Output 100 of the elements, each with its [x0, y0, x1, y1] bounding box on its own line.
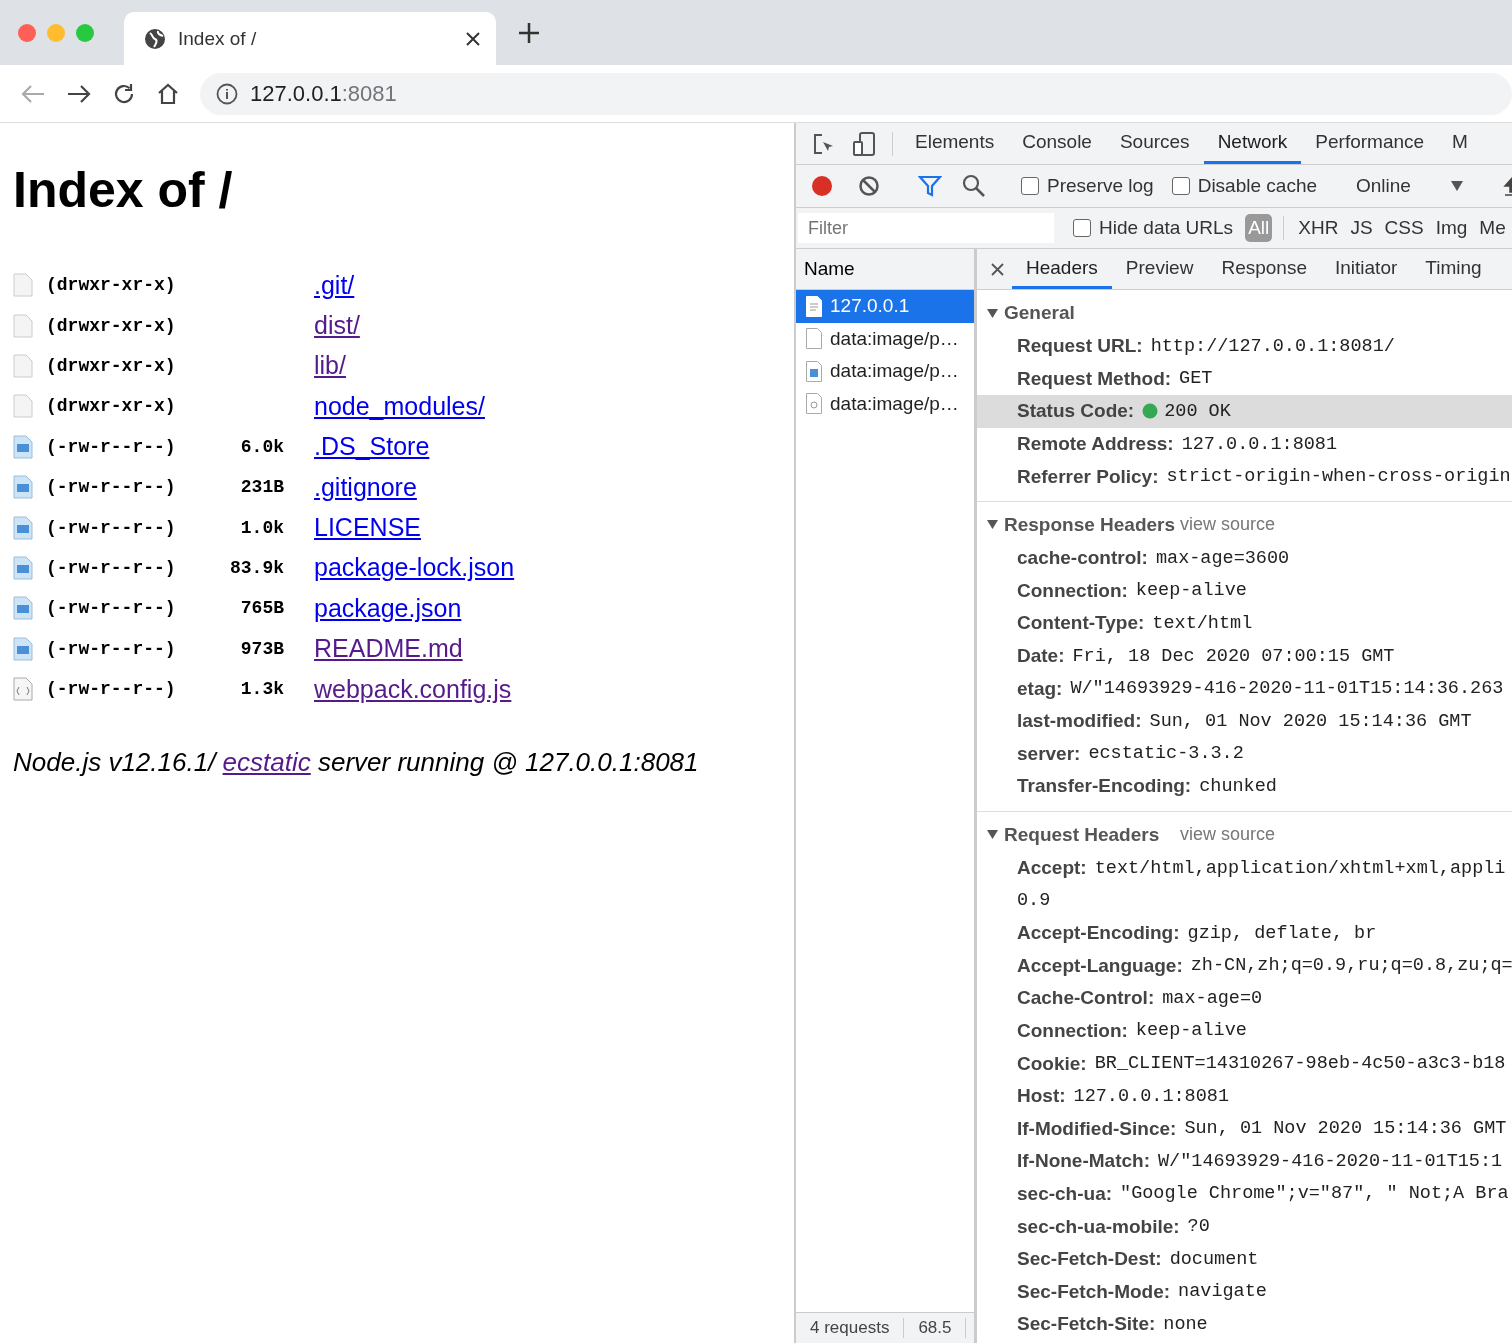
view-source-link[interactable]: view source — [1180, 824, 1276, 846]
panel-tab[interactable]: Elements — [901, 123, 1009, 164]
caret-icon — [987, 520, 998, 530]
home-button[interactable] — [156, 81, 180, 106]
detail-tab[interactable]: Timing — [1411, 249, 1496, 289]
header-name: Request URL: — [1017, 335, 1143, 358]
header-value: text/html — [1152, 612, 1253, 634]
type-filter-button[interactable]: Img — [1432, 214, 1471, 242]
header-name: Status Code: — [1017, 400, 1135, 423]
record-button[interactable] — [810, 174, 834, 198]
blank-file-icon — [13, 353, 33, 378]
checkbox-label: Hide data URLs — [1099, 217, 1234, 239]
blank-file-icon — [806, 328, 822, 350]
file-link[interactable]: .git/ — [314, 270, 355, 300]
checkbox[interactable]: Disable cache — [1171, 175, 1317, 197]
section-title: Request Headers — [1004, 823, 1161, 846]
search-icon[interactable] — [962, 174, 986, 198]
file-size: 231B — [240, 477, 284, 498]
panel-tab[interactable]: Performance — [1301, 123, 1439, 164]
header-value: navigate — [1178, 1281, 1267, 1303]
header-name: Accept-Language: — [1017, 954, 1183, 977]
permissions-text: (drwxr-xr-x) — [46, 275, 177, 296]
file-link[interactable]: webpack.config.js — [314, 674, 512, 704]
detail-tab[interactable]: Preview — [1111, 249, 1208, 289]
checkbox-label: Disable cache — [1197, 175, 1317, 197]
header-value: text/html,application/xhtml+xml,appli — [1094, 857, 1506, 879]
header-name: Transfer-Encoding: — [1017, 775, 1192, 798]
request-row[interactable]: 127.0.0.1 — [796, 290, 974, 323]
section-header[interactable]: General — [977, 296, 1512, 330]
filter-field[interactable]: Filter — [798, 213, 1054, 243]
file-link[interactable]: package.json — [314, 593, 462, 623]
header-name: Connection: — [1017, 579, 1128, 602]
checkbox[interactable]: Preserve log — [1021, 175, 1154, 197]
summary-text: 4 requests — [796, 1318, 905, 1338]
header-value: keep-alive — [1135, 1020, 1247, 1042]
reload-button[interactable] — [112, 81, 136, 106]
header-value: max-age=3600 — [1155, 547, 1290, 569]
header-value: keep-alive — [1135, 580, 1247, 602]
detail-tab[interactable]: Headers — [1012, 249, 1112, 289]
header-name: Cache-Control: — [1017, 987, 1155, 1010]
file-link[interactable]: README.md — [314, 634, 463, 664]
blank-file-icon — [13, 394, 33, 419]
filter-icon[interactable] — [918, 175, 942, 197]
file-link[interactable]: package-lock.json — [314, 553, 515, 583]
file-link[interactable]: lib/ — [314, 351, 346, 381]
document-icon — [13, 475, 33, 500]
column-header[interactable]: Name — [796, 249, 974, 290]
file-link[interactable]: .gitignore — [314, 472, 417, 502]
view-source-link[interactable]: view source — [1180, 514, 1276, 536]
file-link[interactable]: dist/ — [314, 311, 360, 341]
type-filter-button[interactable]: XHR — [1295, 214, 1342, 242]
checkbox[interactable]: Hide data URLs — [1073, 217, 1234, 239]
close-icon[interactable] — [991, 262, 1004, 276]
ecstatic-link[interactable]: ecstatic — [222, 747, 311, 778]
detail-tab[interactable]: Initiator — [1320, 249, 1412, 289]
panel-tab[interactable]: Console — [1008, 123, 1106, 164]
file-link[interactable]: .DS_Store — [314, 432, 430, 462]
document-icon — [806, 295, 822, 317]
header-value: Sun, 01 Nov 2020 15:14:36 GMT — [1149, 710, 1472, 732]
header-name: Remote Address: — [1017, 433, 1174, 456]
clear-icon[interactable] — [858, 175, 880, 197]
header-value: gzip, deflate, br — [1187, 922, 1377, 944]
header-value: ?0 — [1187, 1216, 1210, 1238]
panel-tab[interactable]: Sources — [1105, 123, 1204, 164]
new-tab-button[interactable] — [518, 21, 540, 44]
header-name: Sec-Fetch-Mode: — [1017, 1280, 1171, 1303]
header-name: Connection: — [1017, 1020, 1128, 1042]
panel-tab[interactable]: M — [1438, 123, 1482, 164]
address-bar[interactable]: 127.0.0.1:8081 — [200, 72, 1512, 115]
document-icon — [13, 515, 33, 540]
header-value: W/"14693929-416-2020-11-01T15:1 — [1158, 1150, 1503, 1172]
header-name: sec-ch-ua: — [1017, 1182, 1113, 1205]
browser-tab[interactable]: Index of / — [124, 12, 496, 65]
close-tab-icon[interactable] — [466, 31, 480, 46]
section-header[interactable]: Response Headers view source — [977, 507, 1512, 542]
forward-button[interactable] — [66, 82, 92, 105]
document-icon — [13, 434, 33, 459]
summary-text: 68.5 — [904, 1318, 967, 1338]
permissions-text: (-rw-r--r--) — [46, 557, 177, 578]
type-filter-button[interactable]: JS — [1347, 214, 1376, 242]
device-toolbar-icon[interactable] — [852, 131, 876, 156]
file-link[interactable]: LICENSE — [314, 513, 421, 543]
permissions-text: (-rw-r--r--) — [46, 638, 177, 659]
type-filter-button[interactable]: CSS — [1381, 214, 1427, 242]
type-filter-button[interactable]: Me — [1476, 214, 1509, 242]
header-name: If-Modified-Since: — [1017, 1117, 1177, 1140]
file-link[interactable]: node_modules/ — [314, 391, 485, 421]
header-value: zh-CN,zh;q=0.9,ru;q=0.8,zu;q= — [1190, 955, 1512, 977]
header-value: Sun, 01 Nov 2020 15:14:36 GMT — [1184, 1118, 1507, 1140]
detail-tab[interactable]: Response — [1207, 249, 1321, 289]
header-value: ecstatic-3.3.2 — [1088, 743, 1244, 765]
header-name: cache-control: — [1017, 547, 1148, 570]
checkbox-label: Preserve log — [1047, 175, 1154, 197]
header-value: W/"14693929-416-2020-11-01T15:14:36.263 — [1070, 678, 1504, 700]
blank-file-icon — [13, 273, 33, 298]
header-value: document — [1169, 1248, 1259, 1270]
header-value: BR_CLIENT=14310267-98eb-4c50-a3c3-b18 — [1094, 1053, 1506, 1075]
section-header[interactable]: Request Headers view source — [977, 817, 1512, 852]
throttling-dropdown[interactable]: Online — [1342, 175, 1477, 197]
header-value: none — [1163, 1313, 1208, 1335]
